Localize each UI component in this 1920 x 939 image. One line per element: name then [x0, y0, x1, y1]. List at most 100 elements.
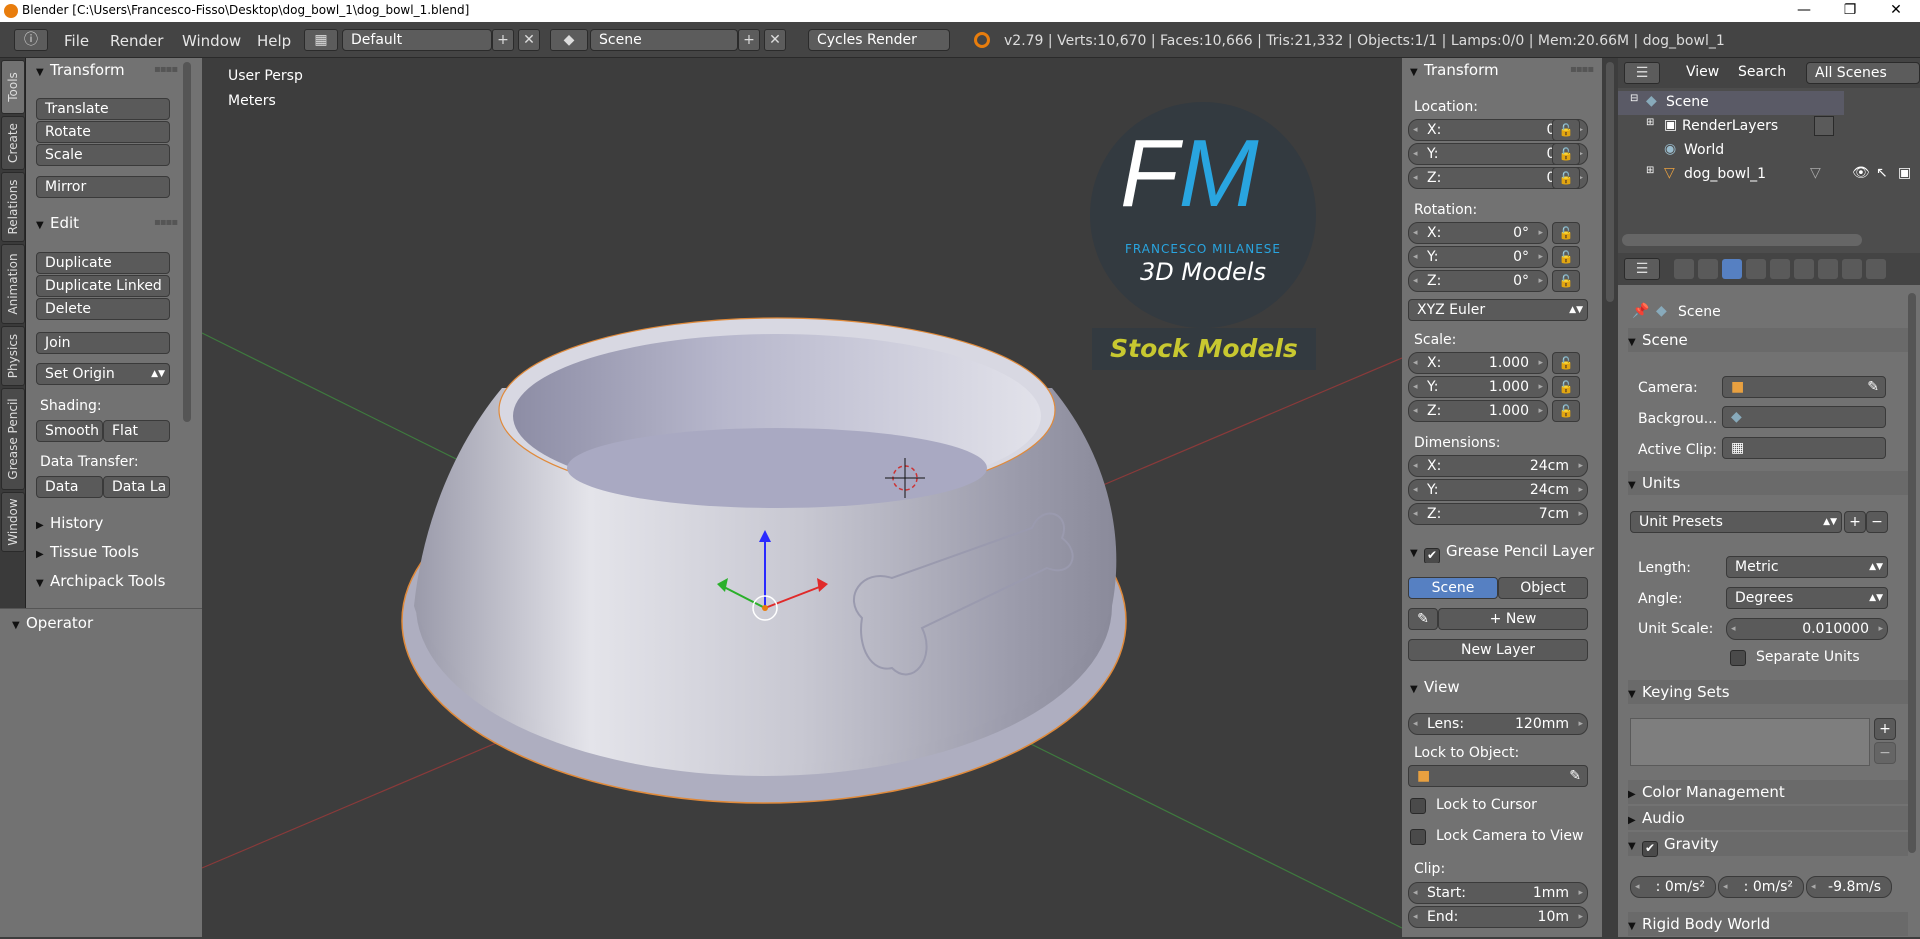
- outliner-view-menu[interactable]: View: [1686, 64, 1719, 80]
- units-panel-header[interactable]: ▼ Units: [1628, 471, 1908, 495]
- lock-to-cursor-checkbox[interactable]: [1410, 798, 1426, 814]
- join-button[interactable]: Join: [36, 332, 170, 354]
- outliner-row-world[interactable]: ◉ World: [1618, 139, 1920, 163]
- unit-presets-dropdown[interactable]: Unit Presets ▲▼: [1630, 511, 1842, 533]
- tab-window[interactable]: Window: [1, 492, 25, 552]
- rotation-z-field[interactable]: ◂ Z: 0° ▸: [1408, 270, 1548, 292]
- cursor-select-icon[interactable]: ↖: [1876, 165, 1888, 181]
- gravity-checkbox[interactable]: ✔: [1642, 841, 1658, 857]
- scale-button[interactable]: Scale: [36, 144, 170, 166]
- outliner-row-scene[interactable]: ⊟ ◆ Scene: [1618, 91, 1844, 115]
- lock-rotation-z-icon[interactable]: 🔓: [1552, 270, 1580, 292]
- angle-dropdown[interactable]: Degrees ▲▼: [1726, 587, 1888, 609]
- rotation-y-field[interactable]: ◂ Y: 0° ▸: [1408, 246, 1548, 268]
- constraints-tab-icon[interactable]: [1794, 259, 1814, 279]
- editor-type-info-icon[interactable]: ⓘ: [14, 29, 48, 51]
- separate-units-checkbox[interactable]: [1730, 650, 1746, 666]
- outliner-display-dropdown[interactable]: All Scenes: [1806, 62, 1920, 84]
- minimize-button[interactable]: —: [1784, 0, 1824, 22]
- menu-help[interactable]: Help: [257, 22, 291, 58]
- lock-camera-checkbox[interactable]: [1410, 829, 1426, 845]
- world-tab-icon[interactable]: [1746, 259, 1766, 279]
- gravity-x-field[interactable]: ◂: 0m/s²: [1630, 876, 1716, 898]
- dimension-x-field[interactable]: ◂ X: 24cm ▸: [1408, 455, 1588, 477]
- remove-keying-set-button[interactable]: −: [1874, 742, 1896, 764]
- screen-layout-field[interactable]: Default: [342, 29, 492, 51]
- close-button[interactable]: ✕: [1876, 0, 1916, 22]
- smooth-button[interactable]: Smooth: [36, 420, 103, 442]
- gp-new-layer-button[interactable]: New Layer: [1408, 639, 1588, 661]
- render-layer-toggle-icon[interactable]: [1814, 116, 1834, 136]
- active-clip-field[interactable]: ▦: [1722, 437, 1886, 459]
- properties-scrollbar[interactable]: [1908, 293, 1916, 853]
- tool-shelf-scrollbar[interactable]: [183, 62, 191, 422]
- add-keying-set-button[interactable]: +: [1874, 718, 1896, 740]
- translate-button[interactable]: Translate: [36, 98, 170, 120]
- lock-scale-x-icon[interactable]: 🔓: [1552, 352, 1580, 374]
- background-field[interactable]: ◆: [1722, 406, 1886, 428]
- drag-grip-icon[interactable]: ▪▪▪▪: [154, 64, 178, 75]
- drag-grip-icon[interactable]: ▪▪▪▪: [1570, 64, 1594, 75]
- lock-scale-z-icon[interactable]: 🔓: [1552, 400, 1580, 422]
- render-tab-icon[interactable]: [1674, 259, 1694, 279]
- maximize-button[interactable]: ❐: [1830, 0, 1870, 22]
- screen-layout-icon[interactable]: ▦: [304, 29, 338, 51]
- scene-tab-icon[interactable]: [1722, 259, 1742, 279]
- remove-preset-button[interactable]: −: [1866, 511, 1888, 533]
- dimension-y-field[interactable]: ◂ Y: 24cm ▸: [1408, 479, 1588, 501]
- remove-layout-icon[interactable]: ✕: [518, 29, 540, 51]
- tab-relations[interactable]: Relations: [1, 172, 25, 242]
- camera-field[interactable]: ■ ✎: [1722, 376, 1886, 398]
- lock-scale-y-icon[interactable]: 🔓: [1552, 376, 1580, 398]
- rotation-mode-dropdown[interactable]: XYZ Euler ▲▼: [1408, 299, 1588, 321]
- view-panel-header[interactable]: ▼ View: [1410, 675, 1590, 699]
- operator-panel-header[interactable]: ▼ Operator: [12, 611, 192, 635]
- rigid-body-world-header[interactable]: ▼ Rigid Body World: [1628, 912, 1908, 936]
- lock-rotation-y-icon[interactable]: 🔓: [1552, 246, 1580, 268]
- editor-type-properties-icon[interactable]: ☰: [1624, 258, 1660, 280]
- set-origin-dropdown[interactable]: Set Origin ▲▼: [36, 363, 170, 385]
- drag-grip-icon[interactable]: ▪▪▪▪: [154, 217, 178, 228]
- n-transform-panel-header[interactable]: ▼ Transform: [1410, 58, 1590, 82]
- tab-tools[interactable]: Tools: [1, 60, 25, 114]
- outliner-row-renderlayers[interactable]: ⊞ ▣ RenderLayers: [1618, 115, 1920, 139]
- tab-animation[interactable]: Animation: [1, 244, 25, 324]
- grease-pencil-layer-header[interactable]: ▼ ✔ Grease Pencil Layer: [1410, 539, 1600, 563]
- duplicate-linked-button[interactable]: Duplicate Linked: [36, 275, 170, 297]
- scene-selector-icon[interactable]: ◆: [550, 29, 588, 51]
- gp-pencil-icon[interactable]: ✎: [1408, 608, 1438, 630]
- scale-z-field[interactable]: ◂ Z: 1.000 ▸: [1408, 400, 1548, 422]
- editor-type-outliner-icon[interactable]: ☰: [1624, 62, 1660, 84]
- flat-button[interactable]: Flat: [103, 420, 170, 442]
- lock-rotation-x-icon[interactable]: 🔓: [1552, 222, 1580, 244]
- gp-scene-button[interactable]: Scene: [1408, 577, 1498, 599]
- camera-render-icon[interactable]: ▣: [1898, 165, 1911, 181]
- lock-location-y-icon[interactable]: 🔓: [1552, 143, 1580, 165]
- material-tab-icon[interactable]: [1866, 259, 1886, 279]
- add-scene-icon[interactable]: +: [738, 29, 760, 51]
- 3d-viewport[interactable]: User Persp Meters FM FRANCESCO MILANESE …: [202, 58, 1402, 937]
- tab-physics[interactable]: Physics: [1, 326, 25, 386]
- length-dropdown[interactable]: Metric ▲▼: [1726, 556, 1888, 578]
- delete-button[interactable]: Delete: [36, 298, 170, 320]
- scene-panel-header[interactable]: ▼ Scene: [1628, 328, 1908, 352]
- npanel-scrollbar[interactable]: [1606, 62, 1614, 302]
- gravity-z-field[interactable]: ◂ -9.8m/s: [1806, 876, 1892, 898]
- outliner-row-dog-bowl[interactable]: ⊞ ▽ dog_bowl_1 ▽ 👁 ↖ ▣: [1618, 163, 1920, 187]
- lock-location-x-icon[interactable]: 🔓: [1552, 119, 1580, 141]
- scale-y-field[interactable]: ◂ Y: 1.000 ▸: [1408, 376, 1548, 398]
- render-engine-dropdown[interactable]: Cycles Render: [808, 29, 950, 51]
- outliner-search-menu[interactable]: Search: [1738, 64, 1786, 80]
- remove-scene-icon[interactable]: ✕: [764, 29, 786, 51]
- history-panel-header[interactable]: ▶ History: [36, 511, 186, 535]
- modifiers-tab-icon[interactable]: [1818, 259, 1838, 279]
- grease-pencil-checkbox[interactable]: ✔: [1424, 548, 1440, 563]
- rotation-x-field[interactable]: ◂ X: 0° ▸: [1408, 222, 1548, 244]
- menu-file[interactable]: File: [64, 22, 89, 58]
- data-layout-button[interactable]: Data La: [103, 476, 170, 498]
- keying-sets-list[interactable]: [1630, 718, 1870, 766]
- mirror-button[interactable]: Mirror: [36, 176, 170, 198]
- gravity-header[interactable]: ▼ ✔ Gravity: [1628, 832, 1908, 857]
- add-preset-button[interactable]: +: [1844, 511, 1866, 533]
- scale-x-field[interactable]: ◂ X: 1.000 ▸: [1408, 352, 1548, 374]
